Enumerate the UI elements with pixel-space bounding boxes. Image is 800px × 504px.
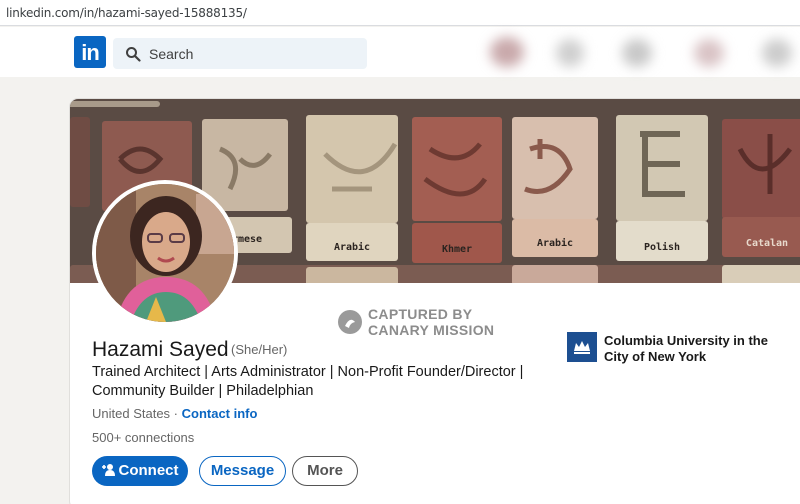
separator: · [170,406,182,421]
message-button[interactable]: Message [199,456,286,486]
location-line: United States · Contact info [92,406,257,421]
search-input[interactable]: Search [113,38,367,69]
profile-headline: Trained Architect | Arts Administrator |… [92,364,524,399]
education-link[interactable]: Columbia University in the City of New Y… [567,331,787,371]
top-nav: in Search [0,27,800,77]
columbia-crest-icon [567,332,597,362]
blurred-nav-icons [472,27,800,77]
linkedin-logo[interactable]: in [74,36,106,68]
watermark-line2: CANARY MISSION [368,322,495,338]
profile-photo[interactable] [92,180,238,326]
watermark-line1: CAPTURED BY [368,306,473,322]
search-icon [126,47,141,62]
avatar [96,184,234,322]
education-name: Columbia University in the City of New Y… [604,333,768,364]
pronouns: (She/Her) [231,342,288,357]
connections-count: 500+ connections [92,430,195,445]
watermark-icon [338,310,362,334]
browser-address-bar[interactable]: linkedin.com/in/hazami-sayed-15888135/ [0,0,800,26]
canary-mission-watermark: CAPTURED BY CANARY MISSION [338,306,538,340]
add-person-icon [101,464,115,476]
more-button[interactable]: More [292,456,358,486]
connect-label: Connect [118,462,179,479]
contact-info-link[interactable]: Contact info [182,406,258,421]
profile-name: Hazami Sayed [92,338,229,361]
address-url[interactable]: linkedin.com/in/hazami-sayed-15888135/ [6,6,247,20]
location: United States [92,406,171,421]
search-placeholder: Search [149,46,194,62]
connect-button[interactable]: Connect [92,456,188,486]
profile-card: rmese Arabic Khmer Arabic Polish Catalan [70,99,800,504]
